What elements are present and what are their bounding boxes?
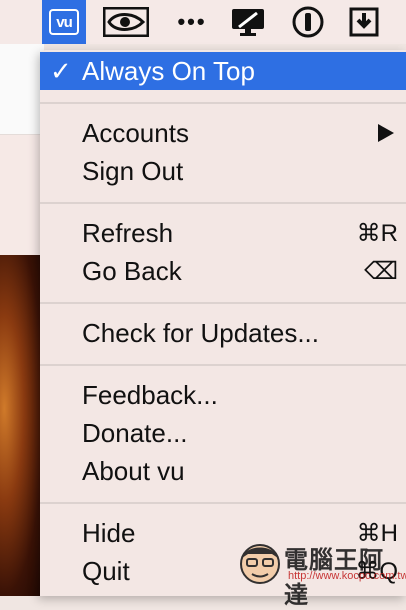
menu-separator [40,202,406,204]
menu-item-label: Refresh [82,217,174,248]
shortcut-label: ⌫ [364,257,398,285]
menu-separator [40,102,406,104]
vu-app-icon[interactable]: vu [42,0,86,44]
menu-item-label: Hide [82,517,136,548]
vu-dropdown-menu: ✓ Always On Top Accounts Sign Out Refres… [40,50,406,596]
nvidia-icon[interactable] [98,0,154,44]
watermark: 電腦王阿達 http://www.kocpc.com.tw [236,540,406,609]
checkmark-icon: ✓ [50,55,72,86]
menu-item-about[interactable]: About vu [40,452,406,490]
more-icon[interactable]: ••• [170,0,214,44]
submenu-arrow-icon [378,124,394,142]
background-photo [0,255,44,596]
menu-item-label: Donate... [82,417,188,448]
menu-item-donate[interactable]: Donate... [40,414,406,452]
menu-item-always-on-top[interactable]: ✓ Always On Top [40,52,406,90]
watermark-url: http://www.kocpc.com.tw [288,570,406,582]
1password-icon[interactable] [286,0,330,44]
menu-item-label: Feedback... [82,379,218,410]
menu-item-label: Quit [82,555,130,586]
menu-separator [40,364,406,366]
menu-separator [40,302,406,304]
menu-item-sign-out[interactable]: Sign Out [40,152,406,190]
menu-item-label: Go Back [82,255,182,286]
menu-item-label: Always On Top [82,55,255,86]
watermark-face-icon [240,544,280,584]
menu-separator [40,502,406,504]
menu-item-accounts[interactable]: Accounts [40,114,406,152]
menu-item-go-back[interactable]: Go Back ⌫ [40,252,406,290]
background-panel-pink [0,135,44,255]
menu-item-label: Sign Out [82,155,184,186]
display-icon[interactable] [226,0,270,44]
menu-item-refresh[interactable]: Refresh ⌘R [40,214,406,252]
vu-logo-label: vu [49,9,79,35]
menu-item-label: Check for Updates... [82,317,319,348]
menu-item-label: Accounts [82,117,189,148]
background-window [0,44,44,596]
menu-item-feedback[interactable]: Feedback... [40,376,406,414]
shortcut-label: ⌘R [356,219,398,247]
menu-bar: vu ••• [0,0,406,44]
download-icon[interactable] [342,0,386,44]
menu-item-label: About vu [82,455,185,486]
background-panel-white [0,44,44,135]
menu-item-check-for-updates[interactable]: Check for Updates... [40,314,406,352]
